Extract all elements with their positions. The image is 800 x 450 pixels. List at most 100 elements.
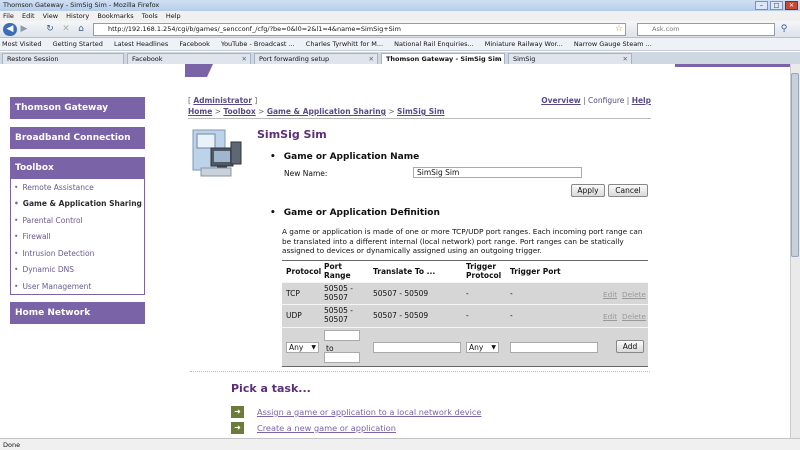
tab-simsig[interactable]: SimSig ✕ (508, 53, 632, 64)
new-name-label: New Name: (284, 169, 328, 178)
crumb-game-sharing[interactable]: Game & Application Sharing (267, 107, 386, 116)
window-title: Thomson Gateway - SimSig Sim - Mozilla F… (3, 1, 160, 9)
maximize-icon[interactable]: □ (770, 1, 783, 10)
close-icon[interactable]: ✕ (785, 1, 798, 10)
new-name-field[interactable]: SimSig Sim (413, 167, 582, 178)
close-tab-icon[interactable]: ✕ (623, 54, 628, 64)
url-bar[interactable]: http://192.168.1.254/cgi/b/games/_sencco… (93, 23, 626, 36)
reload-icon[interactable]: ↻ (44, 23, 56, 36)
crumb-home[interactable]: Home (188, 107, 212, 116)
window-controls: – □ ✕ (755, 1, 798, 10)
search-input[interactable]: Ask.com (637, 23, 775, 36)
task-create-link[interactable]: ➜ Create a new game or application (231, 422, 396, 434)
section-definition-heading: • Game or Application Definition (270, 208, 440, 218)
delete-link[interactable]: Delete (622, 312, 646, 321)
divider (190, 371, 650, 372)
port-range-start-field[interactable] (324, 330, 360, 341)
sidebar-item-dynamic-dns[interactable]: • Dynamic DNS (14, 265, 74, 274)
sidebar-item-remote-assistance[interactable]: • Remote Assistance (14, 183, 94, 192)
close-tab-icon[interactable]: ✕ (242, 54, 247, 64)
chevron-down-icon: ▼ (491, 344, 496, 351)
menu-file[interactable]: File (3, 12, 14, 20)
tab-port-forwarding[interactable]: Port forwarding setup ✕ (254, 53, 378, 64)
menu-bar: File Edit View History Bookmarks Tools H… (0, 11, 800, 21)
bookmark-item[interactable]: Miniature Railway Wor... (485, 40, 563, 48)
tab-thomson-gateway[interactable]: Thomson Gateway - SimSig Sim ✕ (381, 53, 505, 64)
section-name-heading: • Game or Application Name (270, 152, 420, 162)
forward-icon[interactable]: ▶ (18, 23, 30, 36)
tab-strip: Restore Session Facebook ✕ Port forwardin… (0, 52, 800, 64)
pick-task-heading: Pick a task... (231, 382, 311, 395)
bookmark-star-icon[interactable]: ☆ (614, 23, 624, 36)
sidebar-item-user-management[interactable]: • User Management (14, 282, 91, 291)
divider (188, 118, 651, 119)
bookmark-item[interactable]: YouTube - Broadcast ... (221, 40, 295, 48)
bookmark-item[interactable]: Charles Tyrwhitt for M... (306, 40, 383, 48)
home-icon[interactable]: ⌂ (75, 23, 87, 36)
tab-restore-session[interactable]: Restore Session (2, 53, 124, 64)
administrator-link[interactable]: Administrator (193, 96, 252, 105)
tab-facebook[interactable]: Facebook ✕ (127, 53, 251, 64)
header-trigger-protocol: Trigger Protocol (466, 262, 502, 280)
add-button[interactable]: Add (616, 340, 644, 353)
apply-button[interactable]: Apply (571, 184, 605, 197)
sidebar-item-game-sharing[interactable]: • Game & Application Sharing (14, 199, 142, 208)
breadcrumb: [ Administrator ] Overview | Configure |… (188, 96, 651, 116)
bookmark-item[interactable]: Getting Started (53, 40, 103, 48)
sidebar-thomson-gateway[interactable]: Thomson Gateway (10, 97, 145, 119)
table-row: UDP 50505 - 50507 50507 - 50509 - - Edit… (282, 304, 648, 327)
sidebar-toolbox[interactable]: Toolbox (10, 157, 145, 178)
scrollbar-thumb[interactable] (791, 73, 799, 257)
status-text: Done (3, 441, 21, 449)
close-tab-icon[interactable]: ✕ (369, 54, 374, 64)
bookmark-item[interactable]: National Rail Enquiries... (394, 40, 474, 48)
add-port-row: Any ▼ to Any ▼ Add (282, 327, 648, 367)
bookmark-item[interactable]: Most Visited (2, 40, 42, 48)
menu-help[interactable]: Help (166, 12, 181, 20)
chevron-down-icon: ▼ (311, 344, 316, 351)
bookmarks-toolbar: Most Visited Getting Started Latest Head… (0, 38, 800, 51)
navigation-toolbar: ◀ ▶ ↻ ✕ ⌂ http://192.168.1.254/cgi/b/gam… (0, 21, 800, 38)
menu-edit[interactable]: Edit (22, 12, 35, 20)
sidebar-item-intrusion-detection[interactable]: • Intrusion Detection (14, 249, 94, 258)
trigger-port-field[interactable] (510, 342, 598, 353)
delete-link[interactable]: Delete (622, 290, 646, 299)
header-banner (185, 64, 790, 77)
sidebar-broadband-connection[interactable]: Broadband Connection (10, 127, 145, 149)
header-port-range: Port Range (324, 262, 351, 280)
sidebar-item-firewall[interactable]: • Firewall (14, 232, 51, 241)
table-row: TCP 50505 - 50507 50507 - 50509 - - Edit… (282, 282, 648, 304)
sidebar-home-network[interactable]: Home Network (10, 302, 145, 324)
help-link[interactable]: Help (632, 96, 651, 105)
port-range-end-field[interactable] (324, 352, 360, 363)
toolbox-menu: • Remote Assistance • Game & Application S… (10, 178, 145, 295)
edit-link[interactable]: Edit (603, 290, 617, 299)
minimize-icon[interactable]: – (755, 1, 768, 10)
trigger-protocol-select[interactable]: Any ▼ (466, 342, 499, 353)
definition-description: A game or application is made of one or … (282, 227, 643, 256)
crumb-simsig-sim[interactable]: SimSig Sim (397, 107, 445, 116)
header-trigger-port: Trigger Port (510, 267, 561, 276)
close-tab-icon[interactable]: ✕ (496, 54, 501, 64)
bookmark-item[interactable]: Facebook (179, 40, 210, 48)
task-assign-link[interactable]: ➜ Assign a game or application to a local… (231, 406, 481, 418)
back-icon[interactable]: ◀ (3, 23, 17, 36)
menu-bookmarks[interactable]: Bookmarks (97, 12, 133, 20)
protocol-select[interactable]: Any ▼ (286, 342, 319, 353)
game-sharing-icon (192, 129, 242, 177)
search-icon[interactable]: ⚲ (779, 23, 789, 36)
stop-icon[interactable]: ✕ (60, 23, 72, 36)
menu-view[interactable]: View (43, 12, 58, 20)
bookmark-item[interactable]: Narrow Gauge Steam ... (574, 40, 652, 48)
menu-history[interactable]: History (66, 12, 89, 20)
overview-link[interactable]: Overview (541, 96, 581, 105)
header-protocol: Protocol (286, 267, 322, 276)
translate-to-field[interactable] (373, 342, 461, 353)
sidebar-item-parental-control[interactable]: • Parental Control (14, 216, 83, 225)
header-translate-to: Translate To ... (373, 267, 436, 276)
bookmark-item[interactable]: Latest Headlines (114, 40, 168, 48)
crumb-toolbox[interactable]: Toolbox (223, 107, 255, 116)
cancel-button[interactable]: Cancel (608, 184, 648, 197)
edit-link[interactable]: Edit (603, 312, 617, 321)
menu-tools[interactable]: Tools (142, 12, 158, 20)
